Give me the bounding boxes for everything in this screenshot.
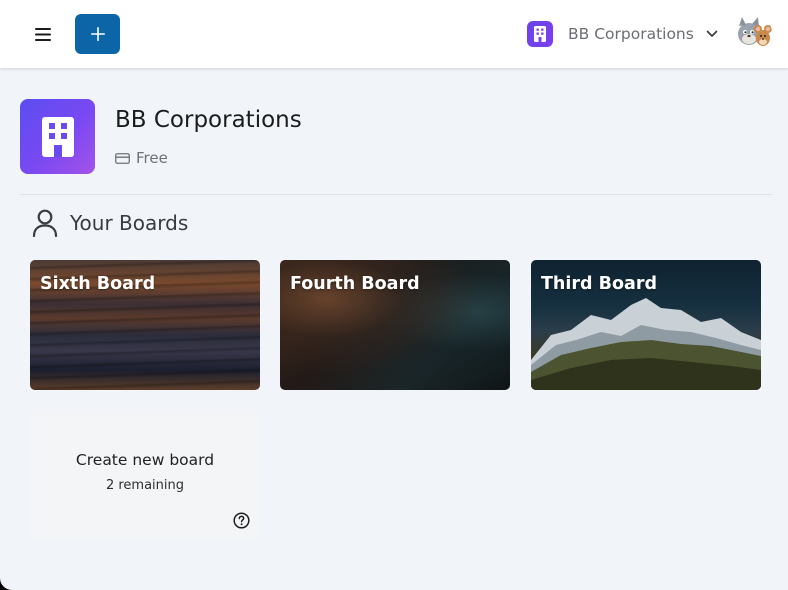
- chevron-down-icon: [706, 27, 720, 41]
- board-card-sixth[interactable]: Sixth Board: [30, 260, 260, 390]
- top-navbar: BB Corporations: [0, 0, 788, 68]
- remaining-count: 2 remaining: [105, 478, 185, 493]
- section-header: Your Boards: [32, 208, 188, 238]
- board-title: Fourth Board: [290, 274, 420, 294]
- avatar[interactable]: [734, 14, 772, 52]
- building-icon: [41, 116, 74, 157]
- help-circle-icon[interactable]: [233, 512, 250, 529]
- plan-label: Free: [136, 149, 168, 167]
- board-title: Sixth Board: [40, 274, 156, 294]
- board-card-third[interactable]: Third Board: [531, 260, 761, 390]
- divider: [20, 194, 772, 195]
- hamburger-icon: [35, 27, 51, 41]
- section-title: Your Boards: [70, 211, 189, 235]
- user-icon: [32, 209, 58, 237]
- workspace-name: BB Corporations: [568, 25, 694, 43]
- plus-icon: [90, 27, 105, 41]
- workspace-switcher[interactable]: BB Corporations: [527, 20, 720, 48]
- workspace-logo: [20, 99, 95, 174]
- app-window: BB Corporations BB Corporations Free You…: [0, 0, 788, 590]
- board-card-fourth[interactable]: Fourth Board: [280, 260, 510, 390]
- menu-button[interactable]: [26, 22, 60, 46]
- page-title: BB Corporations: [115, 107, 302, 133]
- credit-card-icon: [115, 152, 130, 164]
- create-board-button[interactable]: Create new board 2 remaining: [30, 410, 260, 540]
- add-button[interactable]: [75, 14, 120, 54]
- board-title: Third Board: [541, 274, 657, 294]
- plan-badge: Free: [115, 148, 168, 168]
- building-icon: [527, 21, 553, 47]
- create-board-label: Create new board: [75, 451, 215, 469]
